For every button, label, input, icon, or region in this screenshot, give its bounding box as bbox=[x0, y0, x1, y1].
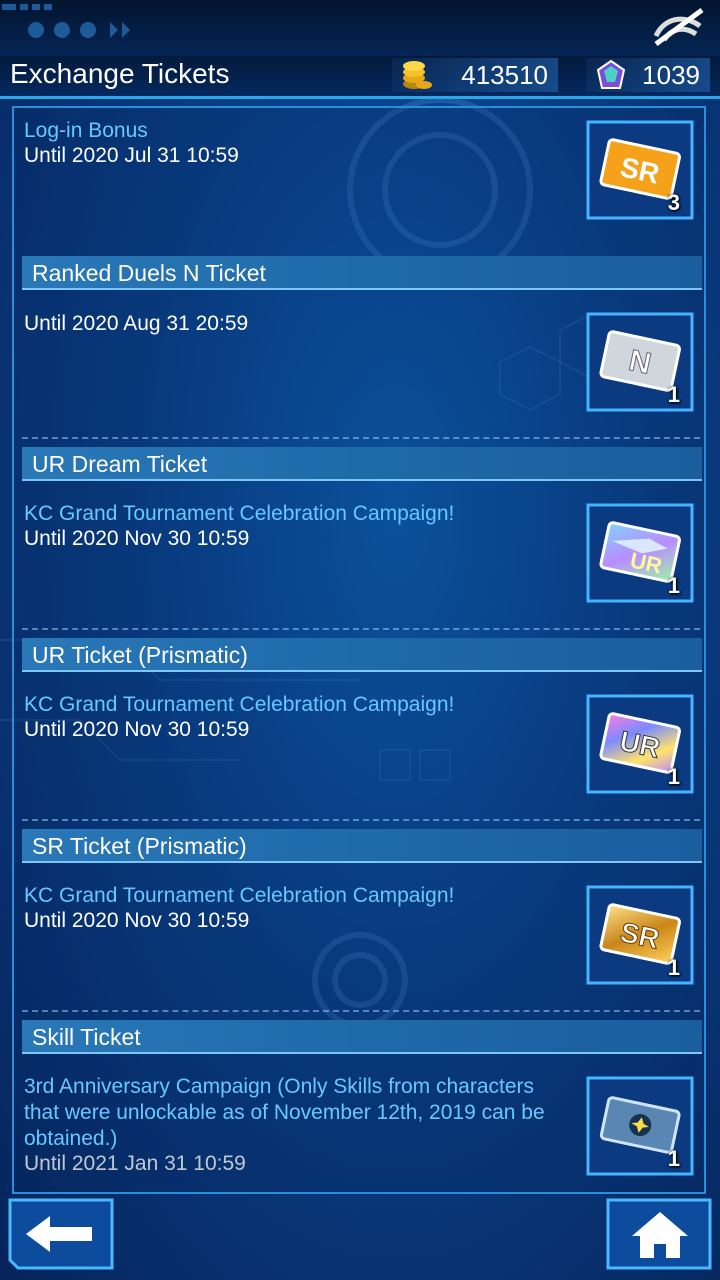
ticket-count: 1 bbox=[667, 382, 680, 407]
ticket-item[interactable]: Ranked Duels N Ticket Until 2020 Aug 31 … bbox=[14, 246, 704, 437]
ticket-title: UR Dream Ticket bbox=[32, 451, 208, 477]
sr-prismatic-ticket-icon[interactable]: SR 1 bbox=[586, 885, 694, 985]
page-title: Exchange Tickets bbox=[10, 58, 230, 89]
ticket-list[interactable]: Log-in Bonus Until 2020 Jul 31 10:59 SR … bbox=[12, 106, 706, 1194]
ur-dream-ticket-icon[interactable]: UR 1 bbox=[586, 503, 694, 603]
gem-icon bbox=[596, 59, 626, 89]
gem-balance: 1039 bbox=[586, 58, 710, 92]
ticket-expiry: Until 2020 Jul 31 10:59 bbox=[24, 144, 239, 167]
ticket-count: 1 bbox=[667, 955, 680, 980]
status-decoration bbox=[2, 4, 130, 38]
list-divider bbox=[22, 1010, 700, 1012]
ticket-title-band: UR Dream Ticket bbox=[22, 447, 702, 481]
ticket-source: Log-in Bonus bbox=[24, 119, 148, 142]
ticket-title: UR Ticket (Prismatic) bbox=[32, 642, 248, 668]
ticket-item[interactable]: UR Dream Ticket KC Grand Tournament Cele… bbox=[14, 437, 704, 628]
list-divider bbox=[22, 628, 700, 630]
list-divider bbox=[22, 819, 700, 821]
ticket-campaign: KC Grand Tournament Celebration Campaign… bbox=[24, 502, 455, 525]
skill-ticket-icon[interactable]: 1 bbox=[586, 1076, 694, 1176]
home-button[interactable] bbox=[604, 1196, 716, 1272]
ticket-count: 1 bbox=[667, 764, 680, 789]
ticket-title: Skill Ticket bbox=[32, 1024, 141, 1050]
ticket-title: Ranked Duels N Ticket bbox=[32, 260, 266, 286]
ticket-campaign: KC Grand Tournament Celebration Campaign… bbox=[24, 693, 455, 716]
ticket-title-band: UR Ticket (Prismatic) bbox=[22, 638, 702, 672]
n-ticket-icon[interactable]: N 1 bbox=[586, 312, 694, 412]
back-arrow-icon bbox=[8, 1198, 114, 1270]
ur-prismatic-ticket-icon[interactable]: UR 1 bbox=[586, 694, 694, 794]
ticket-expiry: Until 2021 Jan 31 10:59 bbox=[24, 1152, 246, 1175]
ticket-campaign: 3rd Anniversary Campaign (Only Skills fr… bbox=[24, 1075, 545, 1150]
ticket-expiry: Until 2020 Aug 31 20:59 bbox=[24, 312, 249, 335]
no-connection-icon[interactable] bbox=[650, 6, 706, 46]
ticket-title-band: Skill Ticket bbox=[22, 1020, 702, 1054]
ticket-expiry: Until 2020 Nov 30 10:59 bbox=[24, 909, 250, 932]
coin-amount: 413510 bbox=[461, 60, 548, 90]
list-divider bbox=[22, 437, 700, 439]
status-bar bbox=[0, 0, 720, 56]
ticket-item[interactable]: UR Ticket (Prismatic) KC Grand Tournamen… bbox=[14, 628, 704, 819]
gold-coins-icon bbox=[403, 61, 432, 89]
sr-ticket-icon[interactable]: SR 3 bbox=[586, 120, 694, 220]
ticket-item[interactable]: SR Ticket (Prismatic) KC Grand Tournamen… bbox=[14, 819, 704, 1010]
ticket-item[interactable]: Skill Ticket 3rd Anniversary Campaign (O… bbox=[14, 1010, 704, 1192]
ticket-count: 3 bbox=[667, 190, 680, 215]
ticket-count: 1 bbox=[667, 573, 680, 598]
ticket-count: 1 bbox=[667, 1146, 680, 1171]
ticket-expiry: Until 2020 Nov 30 10:59 bbox=[24, 718, 250, 741]
back-button[interactable] bbox=[4, 1196, 116, 1272]
coin-balance: 413510 bbox=[392, 58, 558, 92]
ticket-title-band: Ranked Duels N Ticket bbox=[22, 256, 702, 290]
gem-amount: 1039 bbox=[642, 60, 700, 90]
ticket-campaign: KC Grand Tournament Celebration Campaign… bbox=[24, 884, 455, 907]
ticket-expiry: Until 2020 Nov 30 10:59 bbox=[24, 527, 250, 550]
home-icon bbox=[606, 1198, 712, 1270]
ticket-title: SR Ticket (Prismatic) bbox=[32, 833, 247, 859]
ticket-title-band: SR Ticket (Prismatic) bbox=[22, 829, 702, 863]
